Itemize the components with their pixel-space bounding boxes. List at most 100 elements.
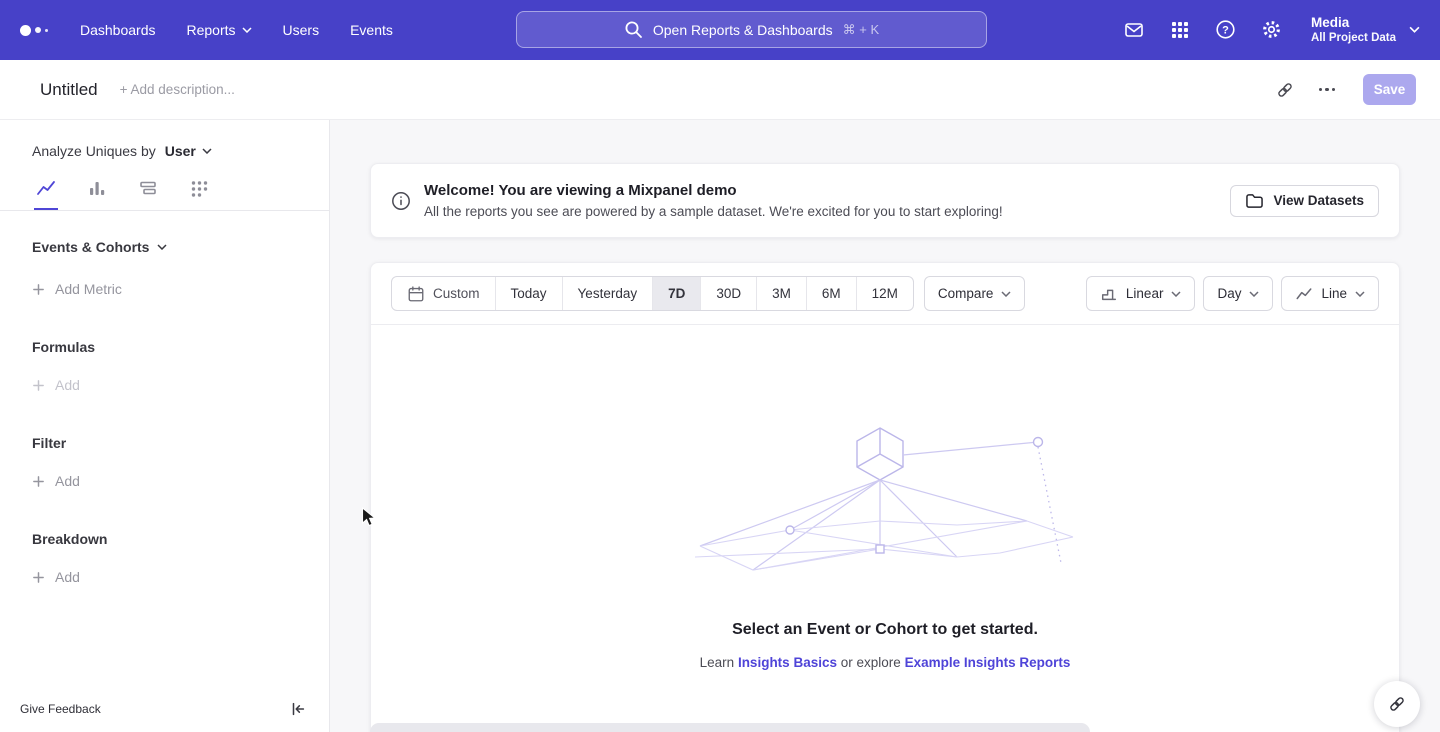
date-range-30d[interactable]: 30D bbox=[700, 277, 756, 310]
chart-type-label: Line bbox=[1321, 286, 1347, 301]
add-formula-label: Add bbox=[55, 377, 80, 393]
project-text: Media All Project Data bbox=[1311, 15, 1396, 46]
messages-icon[interactable] bbox=[1123, 20, 1145, 40]
calendar-icon bbox=[407, 285, 425, 303]
empty-state: Select an Event or Cohort to get started… bbox=[371, 425, 1399, 670]
project-selector[interactable]: Media All Project Data bbox=[1311, 15, 1420, 46]
date-range-custom[interactable]: Custom bbox=[392, 277, 495, 310]
empty-state-title: Select an Event or Cohort to get started… bbox=[371, 621, 1399, 639]
add-metric-button[interactable]: Add Metric bbox=[32, 281, 122, 297]
date-range-yesterday[interactable]: Yesterday bbox=[562, 277, 653, 310]
plus-icon bbox=[32, 379, 45, 392]
navbar-right: ? Media All Project Data bbox=[1123, 15, 1420, 46]
save-button[interactable]: Save bbox=[1363, 74, 1416, 105]
mixpanel-logo[interactable] bbox=[20, 25, 78, 36]
plus-icon bbox=[32, 475, 45, 488]
value-scale-dropdown[interactable]: Linear bbox=[1086, 276, 1196, 311]
linear-scale-icon bbox=[1100, 285, 1118, 303]
interval-dropdown[interactable]: Day bbox=[1203, 276, 1273, 311]
project-name: Media bbox=[1311, 15, 1396, 31]
range-label: 12M bbox=[872, 286, 898, 301]
welcome-text: Welcome! You are viewing a Mixpanel demo… bbox=[424, 182, 1003, 219]
tab-bar-chart[interactable] bbox=[85, 178, 109, 210]
date-range-today[interactable]: Today bbox=[495, 277, 562, 310]
date-range-6m[interactable]: 6M bbox=[806, 277, 856, 310]
add-filter-button[interactable]: Add bbox=[32, 473, 80, 489]
chevron-down-icon bbox=[1171, 291, 1181, 297]
query-builder-sidebar: Analyze Uniques by User Events & Cohorts bbox=[0, 120, 330, 732]
collapse-sidebar-icon[interactable] bbox=[289, 700, 307, 718]
copy-link-icon[interactable] bbox=[1275, 80, 1295, 100]
view-datasets-label: View Datasets bbox=[1273, 193, 1364, 208]
analyze-by-dropdown[interactable]: User bbox=[165, 143, 212, 159]
date-range-control: Custom Today Yesterday 7D 30D 3M 6M 12M bbox=[391, 276, 914, 311]
bar-chart-icon bbox=[87, 178, 107, 198]
report-title[interactable]: Untitled bbox=[40, 80, 98, 100]
plus-icon bbox=[32, 571, 45, 584]
tab-stacked-chart[interactable] bbox=[136, 178, 160, 210]
insights-basics-link[interactable]: Insights Basics bbox=[738, 655, 837, 670]
formulas-label: Formulas bbox=[32, 339, 95, 355]
nav-users-label: Users bbox=[283, 22, 320, 38]
add-filter-label: Add bbox=[55, 473, 80, 489]
empty-state-links: Learn Insights Basics or explore Example… bbox=[371, 655, 1399, 670]
empty-state-illustration bbox=[695, 425, 1075, 575]
report-description-placeholder[interactable]: + Add description... bbox=[120, 82, 235, 97]
chart-type-dropdown[interactable]: Line bbox=[1281, 276, 1379, 311]
tab-scatter-chart[interactable] bbox=[187, 178, 211, 210]
range-label: 6M bbox=[822, 286, 841, 301]
logo-dot bbox=[45, 29, 48, 32]
share-link-fab[interactable] bbox=[1374, 681, 1420, 727]
global-search[interactable]: Open Reports & Dashboards ⌘ + K bbox=[516, 11, 987, 48]
help-icon[interactable]: ? bbox=[1215, 19, 1236, 40]
nav-dashboards-label: Dashboards bbox=[80, 22, 156, 38]
breakdown-label: Breakdown bbox=[32, 531, 107, 547]
apps-grid-icon[interactable] bbox=[1170, 20, 1190, 40]
settings-gear-icon[interactable] bbox=[1261, 19, 1282, 40]
nav-reports-label: Reports bbox=[187, 22, 236, 38]
primary-nav: Dashboards Reports Users Events bbox=[80, 22, 393, 38]
value-scale-label: Linear bbox=[1126, 286, 1164, 301]
nav-events-label: Events bbox=[350, 22, 393, 38]
view-datasets-button[interactable]: View Datasets bbox=[1230, 185, 1379, 217]
search-placeholder: Open Reports & Dashboards bbox=[653, 22, 833, 38]
report-header: Untitled + Add description... Save bbox=[0, 60, 1440, 120]
nav-users[interactable]: Users bbox=[283, 22, 320, 38]
give-feedback-link[interactable]: Give Feedback bbox=[20, 702, 101, 716]
link-icon bbox=[1387, 694, 1407, 714]
stacked-chart-icon bbox=[138, 178, 158, 198]
svg-text:?: ? bbox=[1222, 25, 1229, 37]
date-range-3m[interactable]: 3M bbox=[756, 277, 806, 310]
logo-dot bbox=[20, 25, 31, 36]
insights-report-card: Custom Today Yesterday 7D 30D 3M 6M 12M … bbox=[370, 262, 1400, 732]
add-formula-button[interactable]: Add bbox=[32, 377, 80, 393]
tab-line-chart[interactable] bbox=[34, 178, 58, 210]
search-shortcut: ⌘ + K bbox=[843, 22, 880, 38]
report-main-area: Welcome! You are viewing a Mixpanel demo… bbox=[330, 120, 1440, 732]
nav-dashboards[interactable]: Dashboards bbox=[80, 22, 156, 38]
date-range-12m[interactable]: 12M bbox=[856, 277, 913, 310]
add-breakdown-button[interactable]: Add bbox=[32, 569, 80, 585]
plus-icon bbox=[32, 283, 45, 296]
chevron-down-icon bbox=[242, 27, 252, 33]
line-chart-icon bbox=[36, 178, 56, 198]
date-range-7d[interactable]: 7D bbox=[652, 277, 700, 310]
range-label: 3M bbox=[772, 286, 791, 301]
line-chart-icon bbox=[1295, 285, 1313, 303]
nav-reports[interactable]: Reports bbox=[187, 22, 252, 38]
info-icon bbox=[391, 191, 411, 211]
formulas-section-title: Formulas bbox=[32, 339, 329, 355]
chart-controls: Linear Day Line bbox=[1086, 276, 1379, 311]
range-label: 30D bbox=[716, 286, 741, 301]
compare-dropdown[interactable]: Compare bbox=[924, 276, 1026, 311]
events-cohorts-section-title[interactable]: Events & Cohorts bbox=[32, 239, 329, 255]
analyze-row: Analyze Uniques by User bbox=[32, 143, 329, 159]
nav-events[interactable]: Events bbox=[350, 22, 393, 38]
example-insights-reports-link[interactable]: Example Insights Reports bbox=[905, 655, 1071, 670]
more-options-icon[interactable] bbox=[1315, 84, 1340, 96]
analyze-by-value: User bbox=[165, 143, 196, 159]
content-area: Analyze Uniques by User Events & Cohorts bbox=[0, 120, 1440, 732]
report-header-actions: Save bbox=[1275, 74, 1417, 105]
logo-dot bbox=[35, 27, 41, 33]
learn-prefix: Learn bbox=[700, 655, 735, 670]
